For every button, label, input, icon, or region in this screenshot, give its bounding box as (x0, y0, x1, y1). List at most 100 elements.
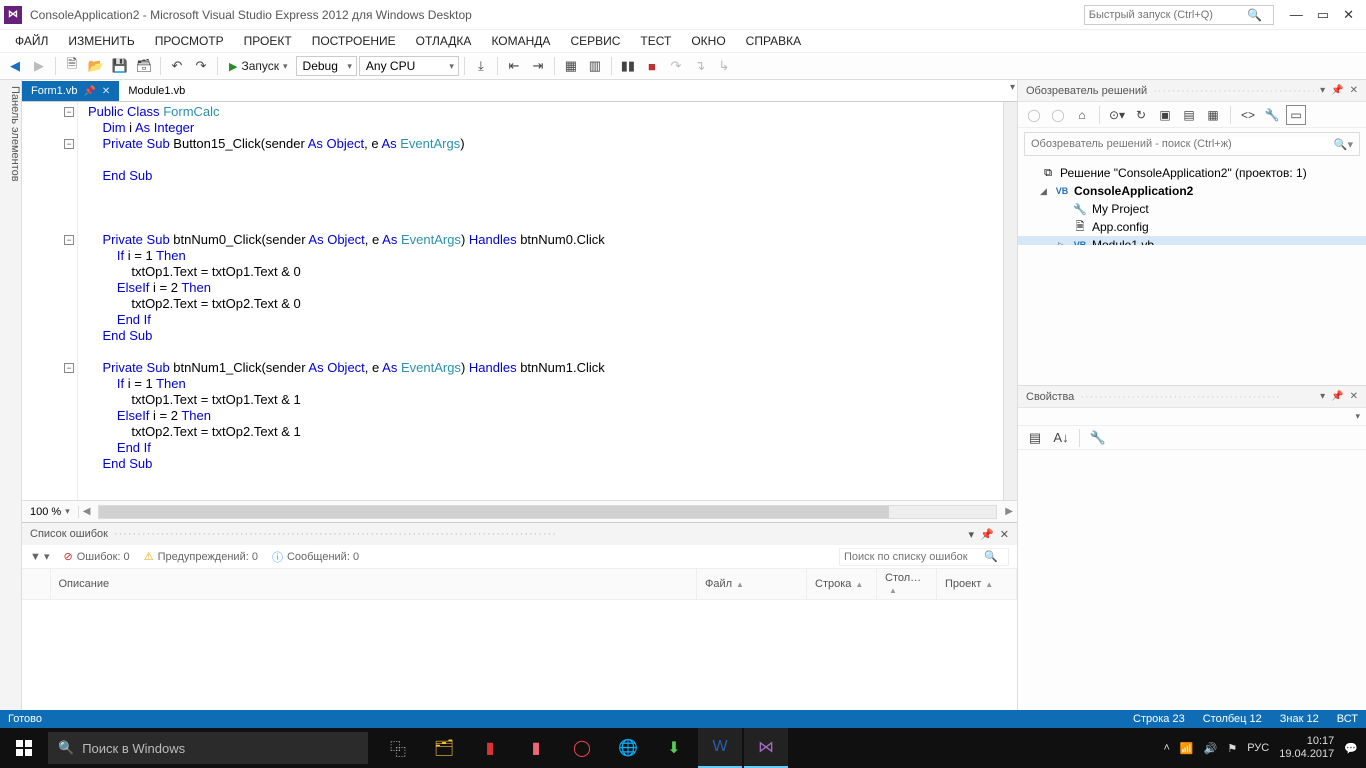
warnings-filter[interactable]: ⚠Предупреждений: 0 (144, 550, 258, 563)
solution-explorer-search-input[interactable] (1025, 138, 1328, 150)
show-all-button[interactable]: ▤ (1179, 105, 1199, 125)
maximize-button[interactable]: ▭ (1317, 7, 1329, 23)
view-code-button[interactable]: <> (1238, 105, 1258, 125)
wrench-icon[interactable]: 🔧 (1262, 105, 1282, 125)
tray-language[interactable]: РУС (1247, 742, 1269, 754)
back-button[interactable]: ◯ (1024, 105, 1044, 125)
task-visual-studio[interactable]: ⋈ (744, 728, 788, 768)
tab-Module1-vb[interactable]: Module1.vb (119, 81, 194, 101)
solution-node[interactable]: ⧉ Решение "ConsoleApplication2" (проекто… (1018, 164, 1366, 182)
tree-item-app-config[interactable]: 🗎 App.config (1018, 218, 1366, 236)
tray-notifications-icon[interactable]: 💬 (1344, 742, 1358, 755)
collapse-all-button[interactable]: ▣ (1155, 105, 1175, 125)
stop-button[interactable]: ■ (641, 55, 663, 77)
nav-back-button[interactable]: ◀ (4, 55, 26, 77)
fold-toggle[interactable]: − (64, 139, 74, 149)
step-over-button[interactable]: ↷ (665, 55, 687, 77)
properties-button[interactable]: ▦ (1203, 105, 1223, 125)
filter-button[interactable]: ▼ ▾ (30, 550, 49, 563)
error-col[interactable]: Проект▲ (937, 569, 1017, 600)
alphabetical-button[interactable]: A↓ (1050, 427, 1072, 449)
menu-команда[interactable]: КОМАНДА (482, 32, 559, 50)
task-word[interactable]: W (698, 728, 742, 768)
error-col[interactable]: Стол…▲ (877, 569, 937, 600)
errors-filter[interactable]: ⊘Ошибок: 0 (63, 550, 129, 563)
refresh-button[interactable]: ↻ (1131, 105, 1151, 125)
project-node[interactable]: ◢ VB ConsoleApplication2 (1018, 182, 1366, 200)
menu-проект[interactable]: ПРОЕКТ (235, 32, 301, 50)
menu-справка[interactable]: СПРАВКА (737, 32, 811, 50)
editor-gutter[interactable]: −−−− (22, 102, 78, 500)
collapse-icon[interactable]: ◢ (1040, 186, 1050, 197)
quick-launch-input[interactable] (1085, 9, 1245, 21)
save-all-button[interactable]: 🗃 (133, 55, 155, 77)
uncomment-button[interactable]: ▥ (584, 55, 606, 77)
menu-отладка[interactable]: ОТЛАДКА (407, 32, 481, 50)
task-app[interactable]: ▮ (468, 728, 512, 768)
tray-volume-icon[interactable]: 🔊 (1204, 742, 1218, 755)
menu-файл[interactable]: ФАЙЛ (6, 32, 57, 50)
panel-close-icon[interactable]: ✕ (1350, 85, 1358, 96)
panel-options-icon[interactable]: ▾ (1320, 391, 1325, 402)
step-out-button[interactable]: ↳ (713, 55, 735, 77)
panel-close-icon[interactable]: ✕ (1350, 391, 1358, 402)
scope-button[interactable]: ⊙▾ (1107, 105, 1127, 125)
horizontal-scrollbar[interactable] (98, 505, 997, 519)
menu-построение[interactable]: ПОСТРОЕНИЕ (303, 32, 405, 50)
panel-pin-icon[interactable]: 📌 (1331, 391, 1343, 402)
scroll-right-button[interactable]: ▶ (1001, 506, 1017, 517)
menu-окно[interactable]: ОКНО (682, 32, 734, 50)
fold-toggle[interactable]: − (64, 107, 74, 117)
tabs-overflow-icon[interactable]: ▾ (1010, 82, 1015, 93)
toolbar-icon[interactable]: ⤓ (470, 55, 492, 77)
panel-options-icon[interactable]: ▾ (1320, 85, 1325, 96)
error-search-input[interactable] (840, 551, 980, 563)
new-project-button[interactable]: 🗎 (61, 55, 83, 77)
indent-in-button[interactable]: ⇥ (527, 55, 549, 77)
undo-button[interactable]: ↶ (166, 55, 188, 77)
tab-Form1-vb[interactable]: Form1.vb📌✕ (22, 81, 119, 101)
panel-pin-icon[interactable]: 📌 (980, 528, 994, 541)
error-search[interactable]: 🔍 (839, 548, 1009, 566)
home-button[interactable]: ⌂ (1072, 105, 1092, 125)
panel-options-icon[interactable]: ▾ (969, 528, 975, 541)
solution-explorer-search[interactable]: 🔍▾ (1024, 132, 1360, 156)
editor-code[interactable]: Public Class FormCalc Dim i As Integer P… (78, 102, 1003, 500)
solution-tree[interactable]: ⧉ Решение "ConsoleApplication2" (проекто… (1018, 160, 1366, 245)
run-button[interactable]: ▶ Запуск ▾ (223, 59, 294, 73)
task-explorer[interactable]: 🗂 (422, 728, 466, 768)
task-app[interactable]: ▮ (514, 728, 558, 768)
close-button[interactable]: ✕ (1343, 7, 1354, 23)
tray-chevron-icon[interactable]: ˄ (1163, 742, 1169, 754)
redo-button[interactable]: ↷ (190, 55, 212, 77)
indent-out-button[interactable]: ⇤ (503, 55, 525, 77)
menu-сервис[interactable]: СЕРВИС (561, 32, 629, 50)
comment-button[interactable]: ▦ (560, 55, 582, 77)
scrollbar-thumb[interactable] (99, 506, 888, 518)
platform-combo[interactable]: Any CPU (359, 56, 459, 76)
messages-filter[interactable]: ⓘСообщений: 0 (272, 549, 359, 565)
search-icon[interactable]: 🔍 (980, 550, 1002, 563)
menu-изменить[interactable]: ИЗМЕНИТЬ (59, 32, 143, 50)
tray-network-icon[interactable]: 📶 (1180, 742, 1194, 755)
save-button[interactable]: 💾 (109, 55, 131, 77)
panel-pin-icon[interactable]: 📌 (1331, 85, 1343, 96)
error-col[interactable]: Файл▲ (697, 569, 807, 600)
preview-button[interactable]: ▭ (1286, 105, 1306, 125)
error-col[interactable]: Строка▲ (807, 569, 877, 600)
task-utorrent[interactable]: ⬇ (652, 728, 696, 768)
start-button[interactable] (0, 728, 48, 768)
forward-button[interactable]: ◯ (1048, 105, 1068, 125)
task-opera[interactable]: ◯ (560, 728, 604, 768)
nav-forward-button[interactable]: ▶ (28, 55, 50, 77)
left-panel-toolbox[interactable]: Панель элементов (0, 80, 22, 710)
break-button[interactable]: ▮▮ (617, 55, 639, 77)
step-into-button[interactable]: ↴ (689, 55, 711, 77)
categorized-button[interactable]: ▤ (1024, 427, 1046, 449)
fold-toggle[interactable]: − (64, 235, 74, 245)
menu-просмотр[interactable]: ПРОСМОТР (146, 32, 233, 50)
quick-launch[interactable]: 🔍 (1084, 5, 1274, 25)
tree-item-my-project[interactable]: 🔧 My Project (1018, 200, 1366, 218)
tray-clock[interactable]: 10:17 19.04.2017 (1279, 735, 1334, 761)
panel-close-icon[interactable]: ✕ (1000, 528, 1009, 541)
